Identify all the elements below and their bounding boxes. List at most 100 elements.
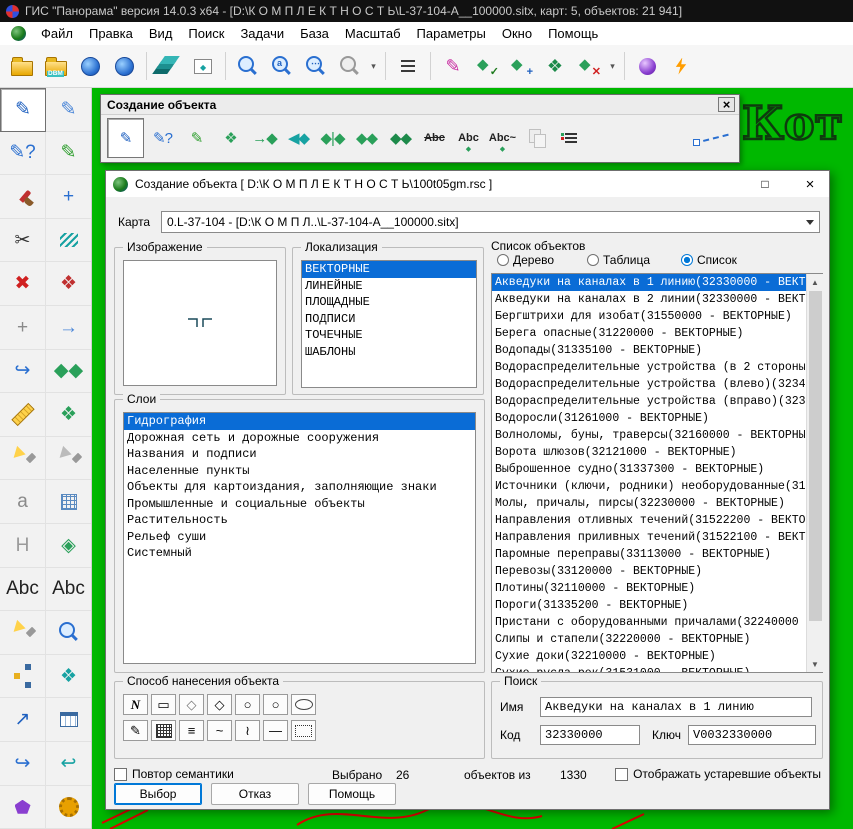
menu-item[interactable]: Параметры: [409, 23, 494, 44]
spline-mode-icon[interactable]: ~: [207, 720, 232, 741]
undo-arrow-tool[interactable]: ↪: [0, 742, 46, 786]
menu-item[interactable]: Окно: [494, 23, 540, 44]
copy-objects-tool[interactable]: ❖: [215, 120, 246, 156]
tree-structure-tool[interactable]: [0, 655, 46, 699]
select-object-icon[interactable]: ❖: [539, 49, 571, 83]
object-list-icon[interactable]: [392, 49, 424, 83]
object-list-scrollbar[interactable]: ▲ ▼: [806, 274, 823, 672]
toolbar-separator[interactable]: [142, 49, 151, 83]
object-list-item[interactable]: Направления отливных течений(31522200 - …: [492, 512, 822, 529]
object-list-item[interactable]: Паромные переправы(33113000 - ВЕКТОРНЫЕ): [492, 546, 822, 563]
chevron-down-icon[interactable]: [800, 212, 819, 232]
object-list-item[interactable]: Берега опасные(31220000 - ВЕКТОРНЫЕ): [492, 325, 822, 342]
view-detail-icon[interactable]: ⋯: [300, 49, 332, 83]
menu-item[interactable]: Файл: [33, 23, 81, 44]
localization-item[interactable]: ВЕКТОРНЫЕ: [302, 261, 476, 278]
3d-view-icon[interactable]: [631, 49, 663, 83]
dash-mode-icon[interactable]: —: [263, 720, 288, 741]
layer-list-item[interactable]: Растительность: [124, 512, 475, 529]
delete-object-tool[interactable]: ✖: [0, 262, 46, 306]
menu-item[interactable]: База: [292, 23, 337, 44]
align-node-tool[interactable]: +: [0, 306, 46, 350]
localization-item[interactable]: ШАБЛОНЫ: [302, 344, 476, 361]
table-view-tool[interactable]: [46, 698, 92, 742]
text-small-tool[interactable]: a: [0, 480, 46, 524]
scrollbar[interactable]: ▲ ▼: [806, 274, 823, 672]
menu-item[interactable]: Задачи: [232, 23, 292, 44]
diamond-box-tool[interactable]: ◈: [46, 524, 92, 568]
name-input[interactable]: [540, 697, 812, 717]
paint-brush-tool[interactable]: [0, 175, 46, 219]
object-list-item[interactable]: Водораспределительные устройства (в 2 ст…: [492, 359, 822, 376]
draw-pencil-tool[interactable]: ✎: [107, 118, 144, 158]
layer-list-item[interactable]: Гидрография: [124, 413, 475, 430]
diamond-arrows-tool[interactable]: ❖: [46, 393, 92, 437]
localization-item[interactable]: ПЛОЩАДНЫЕ: [302, 294, 476, 311]
menu-item[interactable]: Правка: [81, 23, 141, 44]
object-list-item[interactable]: Бергштрихи для изобат(31550000 - ВЕКТОРН…: [492, 308, 822, 325]
object-list-item[interactable]: Молы, причалы, пирсы(32230000 - ВЕКТОРНЫ…: [492, 495, 822, 512]
layer-list-item[interactable]: Рельеф суши: [124, 529, 475, 546]
view-mode-radio[interactable]: Список: [681, 253, 737, 267]
layer-list-item[interactable]: Населенные пункты: [124, 463, 475, 480]
point-set-mode-icon[interactable]: [291, 720, 316, 741]
menu-item[interactable]: Помощь: [540, 23, 606, 44]
object-list-item[interactable]: Акведуки на каналах в 1 линию(32330000 -…: [492, 274, 822, 291]
circle-radius-mode-icon[interactable]: ○: [263, 694, 288, 715]
paste-dashed-tool[interactable]: →◆: [249, 120, 280, 156]
object-list-item[interactable]: Волноломы, буны, траверсы(32160000 - ВЕК…: [492, 427, 822, 444]
inclined-rect-mode-icon[interactable]: ◇: [179, 694, 204, 715]
move-object-tool[interactable]: +: [46, 175, 92, 219]
object-list-item[interactable]: Водораспределительные устройства (вправо…: [492, 393, 822, 410]
close-icon[interactable]: ×: [718, 97, 735, 112]
redo-arrow-tool[interactable]: ↩: [46, 742, 92, 786]
create-graphic-tool[interactable]: ✎: [46, 132, 92, 176]
object-list-item[interactable]: Выброшенное судно(31337300 - ВЕКТОРНЫЕ): [492, 461, 822, 478]
layers-icon[interactable]: [153, 49, 185, 83]
confirm-object-icon[interactable]: ✓: [471, 49, 503, 83]
settings-gear-tool[interactable]: [46, 786, 92, 829]
edit-dropdown-icon[interactable]: ▾: [607, 49, 618, 83]
layer-list-item[interactable]: Объекты для картоиздания, заполняющие зн…: [124, 479, 475, 496]
text-curve-tool[interactable]: Abc~: [487, 120, 518, 156]
layer-list-item[interactable]: Названия и подписи: [124, 446, 475, 463]
layer-list-item[interactable]: Системный: [124, 545, 475, 562]
open-atlas-icon[interactable]: [108, 49, 140, 83]
add-object-icon[interactable]: +: [505, 49, 537, 83]
object-list-item[interactable]: Источники (ключи, родники) необорудованн…: [492, 478, 822, 495]
map-combobox[interactable]: 0.L-37-104 - [D:\К О М П Л..\L-37-104-A_…: [161, 211, 820, 233]
toolbar-separator[interactable]: [381, 49, 390, 83]
object-list-item[interactable]: Акведуки на каналах в 2 линии(32330000 -…: [492, 291, 822, 308]
show-obsolete-checkbox[interactable]: Отображать устаревшие объекты: [615, 767, 821, 781]
toolbar-separator[interactable]: [426, 49, 435, 83]
text-strike-tool[interactable]: Abc: [419, 120, 450, 156]
object-list-item[interactable]: Водопады(31335100 - ВЕКТОРНЫЕ): [492, 342, 822, 359]
layer-list-item[interactable]: Промышленные и социальные объекты: [124, 496, 475, 513]
grid-tool[interactable]: [46, 480, 92, 524]
cut-object-tool[interactable]: ✂: [0, 219, 46, 263]
object-list-item[interactable]: Пристани с оборудованными причалами(3224…: [492, 614, 822, 631]
highlight-grid-tool[interactable]: [46, 437, 92, 481]
polygon-purple-tool[interactable]: [0, 786, 46, 829]
open-database-icon[interactable]: DBM: [40, 49, 72, 83]
view-mode-radio[interactable]: Таблица: [587, 253, 650, 267]
object-list-item[interactable]: Пороги(31335200 - ВЕКТОРНЫЕ): [492, 597, 822, 614]
view-scale-icon[interactable]: [232, 49, 264, 83]
query-edit-tool[interactable]: ✎?: [0, 132, 46, 176]
pencil-query-tool[interactable]: ✎?: [147, 120, 178, 156]
circle-mode-icon[interactable]: ○: [235, 694, 260, 715]
maximize-icon[interactable]: □: [746, 171, 784, 197]
scroll-up-icon[interactable]: ▲: [807, 274, 824, 290]
free-draw-mode-icon[interactable]: ✎: [123, 720, 148, 741]
diamond-mode-icon[interactable]: ◇: [207, 694, 232, 715]
letter-h-tool[interactable]: H: [0, 524, 46, 568]
object-list-item[interactable]: Перевозы(33120000 - ВЕКТОРНЫЕ): [492, 563, 822, 580]
grid-mode-icon[interactable]: [151, 720, 176, 741]
map-legend-icon[interactable]: [187, 49, 219, 83]
scroll-down-icon[interactable]: ▼: [807, 656, 824, 672]
pair-diamond-tool[interactable]: ◆◆: [46, 350, 92, 394]
swap-object-tool[interactable]: ❖: [46, 262, 92, 306]
diamond-list-tool[interactable]: ❖: [46, 655, 92, 699]
toolbar-separator[interactable]: [221, 49, 230, 83]
delete-object-icon[interactable]: ✕: [573, 49, 605, 83]
